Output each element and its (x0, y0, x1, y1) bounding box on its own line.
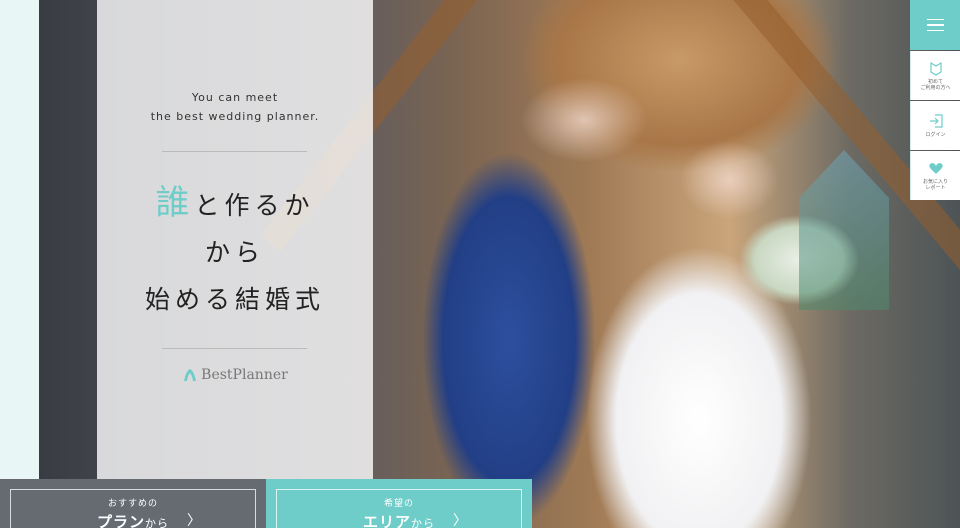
side-nav-item-first-time[interactable]: 初めて ご利用の方へ (910, 51, 960, 100)
hero-headline: 誰と作るか から 始める結婚式 (97, 180, 373, 323)
headline-line-1-rest: と作るか (194, 191, 315, 220)
plan-search-subtitle: おすすめの (107, 499, 158, 509)
divider (162, 348, 307, 349)
tagline-line-1: You can meet (191, 91, 279, 104)
side-nav: 初めて ご利用の方へ ログイン お気に入り レポート (910, 0, 960, 200)
chevron-right-icon: 〉 (187, 513, 201, 528)
first-time-icon (929, 61, 942, 76)
tagline-line-2: the best wedding planner. (150, 110, 320, 123)
hero-photo-window (799, 150, 889, 310)
plan-search-title-suffix: から (145, 517, 169, 528)
side-nav-label: お気に入り レポート (922, 179, 948, 191)
area-search-button-frame: 希望の エリアから 〉 (276, 489, 522, 528)
area-search-button[interactable]: 希望の エリアから 〉 (266, 479, 532, 528)
brand-logo[interactable]: BestPlanner (97, 367, 373, 383)
menu-bar (926, 29, 944, 32)
plan-search-title-main: プラン (96, 513, 145, 528)
headline-accent: 誰 (155, 183, 195, 223)
chevron-right-icon: 〉 (453, 513, 467, 528)
logo-text: BestPlanner (201, 367, 288, 383)
plan-search-button[interactable]: おすすめの プランから 〉 (0, 479, 266, 528)
plan-search-button-frame: おすすめの プランから 〉 (10, 489, 256, 528)
side-nav-label: ログイン (925, 132, 946, 138)
hero-text-panel: You can meet the best wedding planner. 誰… (97, 0, 373, 479)
menu-bar (926, 24, 944, 26)
divider (162, 151, 307, 152)
hero-tagline: You can meet the best wedding planner. (97, 88, 373, 126)
hamburger-menu-button[interactable] (910, 0, 960, 50)
side-nav-item-login[interactable]: ログイン (910, 101, 960, 150)
heart-icon (928, 163, 943, 174)
area-search-subtitle: 希望の (383, 499, 414, 509)
headline-line-1: 誰と作るか (97, 180, 373, 229)
plan-search-title: プランから (97, 511, 169, 528)
login-icon (929, 114, 943, 128)
headline-line-2: から (204, 238, 265, 267)
cta-strip: おすすめの プランから 〉 希望の エリアから 〉 (0, 479, 532, 528)
side-nav-label: 初めて ご利用の方へ (920, 79, 951, 91)
menu-bar (926, 18, 944, 21)
headline-line-3: 始める結婚式 (144, 285, 325, 314)
area-search-title-main: エリア (362, 513, 411, 528)
area-search-title-suffix: から (411, 517, 435, 528)
logo-mark-icon (184, 369, 197, 381)
side-nav-item-favorites[interactable]: お気に入り レポート (910, 151, 960, 200)
area-search-title: エリアから (363, 511, 435, 528)
